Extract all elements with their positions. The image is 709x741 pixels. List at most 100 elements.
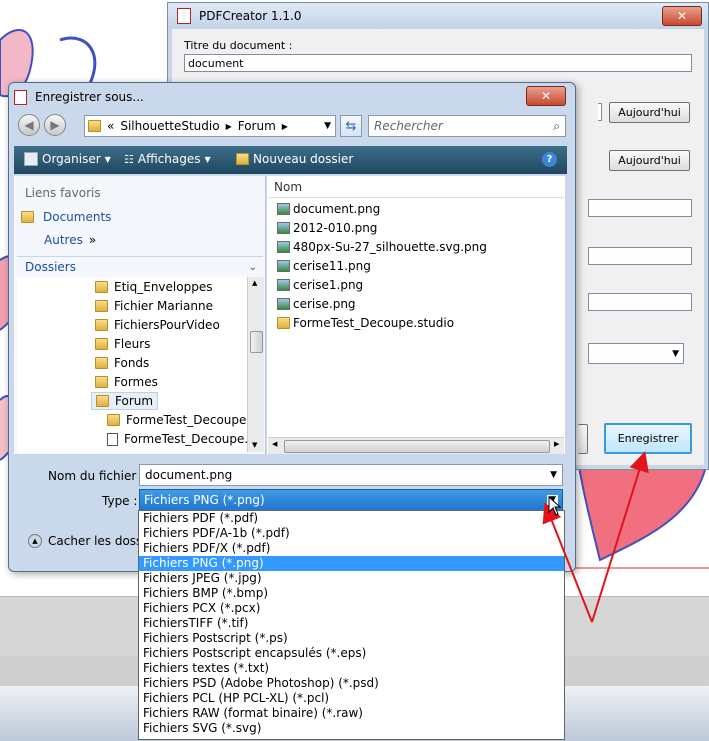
type-option[interactable]: Fichiers Postscript (*.ps) bbox=[139, 631, 564, 646]
chevron-down-icon[interactable]: ▼ bbox=[324, 121, 331, 131]
file-label: cerise11.png bbox=[293, 259, 371, 273]
type-select[interactable]: Fichiers PNG (*.png) ▼ bbox=[139, 489, 563, 511]
type-option[interactable]: Fichiers SVG (*.svg) bbox=[139, 721, 564, 736]
folder-fleurs[interactable]: Fleurs bbox=[95, 337, 150, 351]
creation-date-input[interactable] bbox=[598, 103, 602, 121]
folder-etiq-enveloppes[interactable]: Etiq_Enveloppes bbox=[95, 280, 212, 294]
folder-forum[interactable]: Forum bbox=[91, 392, 159, 410]
folder-icon bbox=[88, 120, 101, 132]
pdfcreator-titlebar: PDFCreator 1.1.0 ✕ bbox=[168, 3, 708, 29]
scrollbar-thumb[interactable] bbox=[250, 331, 263, 353]
doc-title-input[interactable]: document bbox=[184, 54, 692, 72]
help-icon: ? bbox=[546, 154, 553, 165]
subfolder-formetest-2[interactable]: FormeTest_Decoupe.st bbox=[107, 432, 259, 446]
chevron-down-icon[interactable]: ▼ bbox=[550, 470, 557, 480]
scroll-down-icon[interactable]: ▼ bbox=[252, 441, 257, 449]
author-input[interactable] bbox=[588, 199, 692, 217]
folder-tree-scrollbar[interactable]: ▲ ▼ bbox=[247, 277, 264, 452]
save-button[interactable]: Enregistrer bbox=[604, 423, 692, 454]
today-button-2[interactable]: Aujourd'hui bbox=[609, 150, 690, 171]
filename-value: document.png bbox=[145, 468, 233, 482]
file-item[interactable]: 2012-010.png bbox=[277, 221, 377, 235]
folder-formes[interactable]: Formes bbox=[95, 375, 158, 389]
file-label: document.png bbox=[293, 202, 381, 216]
type-option[interactable]: Fichiers PDF (*.pdf) bbox=[139, 511, 564, 526]
file-item[interactable]: cerise11.png bbox=[277, 259, 371, 273]
file-label: FormeTest_Decoupe.studio bbox=[293, 316, 455, 330]
folder-label: Formes bbox=[114, 375, 158, 389]
favorite-others[interactable]: Autres » bbox=[44, 233, 96, 247]
refresh-icon: ⇆ bbox=[345, 118, 357, 134]
chevron-down-icon: ▼ bbox=[204, 154, 211, 164]
scroll-up-icon[interactable]: ▲ bbox=[252, 279, 257, 287]
address-bar[interactable]: « SilhouetteStudio ▶ Forum ▶ ▼ bbox=[84, 115, 336, 137]
file-item[interactable]: cerise.png bbox=[277, 297, 356, 311]
pdf-app-icon bbox=[14, 89, 27, 105]
type-option[interactable]: Fichiers Postscript encapsulés (*.eps) bbox=[139, 646, 564, 661]
type-option[interactable]: Fichiers BMP (*.bmp) bbox=[139, 586, 564, 601]
filename-input[interactable]: document.png ▼ bbox=[139, 464, 563, 486]
pdf-app-icon bbox=[177, 8, 191, 24]
subject-input[interactable] bbox=[588, 247, 692, 265]
folder-fonds[interactable]: Fonds bbox=[95, 356, 149, 370]
type-option[interactable]: Fichiers PDF/X (*.pdf) bbox=[139, 541, 564, 556]
column-header-name[interactable]: Nom bbox=[268, 177, 564, 198]
file-item[interactable]: FormeTest_Decoupe.studio bbox=[277, 316, 454, 330]
subfolder-formetest-1[interactable]: FormeTest_Decoupe.st bbox=[107, 413, 261, 427]
breadcrumb-silhouettestudio[interactable]: SilhouetteStudio bbox=[120, 119, 219, 133]
breadcrumb-forum[interactable]: Forum bbox=[238, 119, 276, 133]
help-button[interactable]: ? bbox=[542, 152, 557, 167]
folder-fichier-marianne[interactable]: Fichier Marianne bbox=[95, 299, 213, 313]
file-item[interactable]: cerise1.png bbox=[277, 278, 363, 292]
type-option[interactable]: Fichiers JPEG (*.jpg) bbox=[139, 571, 564, 586]
file-item[interactable]: 480px-Su-27_silhouette.svg.png bbox=[277, 240, 487, 254]
type-option[interactable]: Fichiers textes (*.txt) bbox=[139, 661, 564, 676]
type-option[interactable]: Fichiers PDF/A-1b (*.pdf) bbox=[139, 526, 564, 541]
folder-fichiers-pour-video[interactable]: FichiersPourVideo bbox=[95, 318, 220, 332]
views-icon: ☷ bbox=[124, 152, 134, 166]
type-dropdown-list[interactable]: Fichiers PDF (*.pdf) Fichiers PDF/A-1b (… bbox=[138, 510, 565, 740]
type-option-selected[interactable]: Fichiers PNG (*.png) bbox=[139, 556, 564, 571]
folder-label: Forum bbox=[115, 394, 154, 408]
keywords-input[interactable] bbox=[588, 293, 692, 311]
type-option[interactable]: Fichiers RAW (format binaire) (*.raw) bbox=[139, 706, 564, 721]
type-option[interactable]: Fichiers PCX (*.pcx) bbox=[139, 601, 564, 616]
folders-header-bar[interactable]: Dossiers ⌄ bbox=[17, 256, 263, 277]
breadcrumb-arrow-icon: ▶ bbox=[281, 121, 288, 131]
folder-label: Etiq_Enveloppes bbox=[114, 280, 213, 294]
file-item[interactable]: document.png bbox=[277, 202, 380, 216]
pdfcreator-title: PDFCreator 1.1.0 bbox=[199, 9, 302, 23]
file-label: 480px-Su-27_silhouette.svg.png bbox=[293, 240, 487, 254]
save-dialog-title: Enregistrer sous... bbox=[35, 90, 144, 104]
close-button[interactable]: ✕ bbox=[662, 6, 702, 26]
chevron-down-icon: ⌄ bbox=[248, 261, 257, 273]
scroll-right-icon[interactable]: ▶ bbox=[554, 440, 559, 448]
back-button[interactable]: ◀ bbox=[18, 114, 40, 136]
views-button[interactable]: ☷ Affichages ▼ bbox=[124, 152, 211, 166]
image-file-icon bbox=[277, 279, 290, 291]
refresh-button[interactable]: ⇆ bbox=[340, 115, 362, 137]
scrollbar-thumb[interactable] bbox=[284, 440, 550, 453]
scroll-left-icon[interactable]: ◀ bbox=[272, 440, 277, 448]
close-button[interactable]: ✕ bbox=[526, 86, 566, 106]
type-option[interactable]: Fichiers PSD (Adobe Photoshop) (*.psd) bbox=[139, 676, 564, 691]
type-option[interactable]: Fichiers PCL (HP PCL-XL) (*.pcl) bbox=[139, 691, 564, 706]
cancel-button[interactable] bbox=[578, 424, 588, 454]
profile-select[interactable]: ▼ bbox=[588, 343, 684, 364]
organize-button[interactable]: Organiser ▼ bbox=[24, 152, 111, 166]
forward-button[interactable]: ▶ bbox=[44, 114, 66, 136]
collapse-up-icon: ▲ bbox=[28, 534, 42, 548]
today-button-1[interactable]: Aujourd'hui bbox=[609, 102, 690, 123]
folder-label: Fonds bbox=[114, 356, 150, 370]
folder-icon bbox=[95, 376, 108, 388]
search-input[interactable]: Rechercher ⌕ bbox=[368, 115, 566, 137]
new-folder-icon bbox=[236, 153, 249, 165]
file-list-hscrollbar[interactable]: ◀ ▶ bbox=[268, 437, 564, 454]
chevron-down-icon: ▼ bbox=[672, 348, 679, 359]
favorite-documents[interactable]: Documents bbox=[21, 210, 111, 224]
filename-label: Nom du fichier : bbox=[48, 469, 145, 483]
new-folder-button[interactable]: Nouveau dossier bbox=[236, 152, 353, 166]
folder-icon bbox=[95, 319, 108, 331]
type-option[interactable]: FichiersTIFF (*.tif) bbox=[139, 616, 564, 631]
folder-icon bbox=[95, 300, 108, 312]
